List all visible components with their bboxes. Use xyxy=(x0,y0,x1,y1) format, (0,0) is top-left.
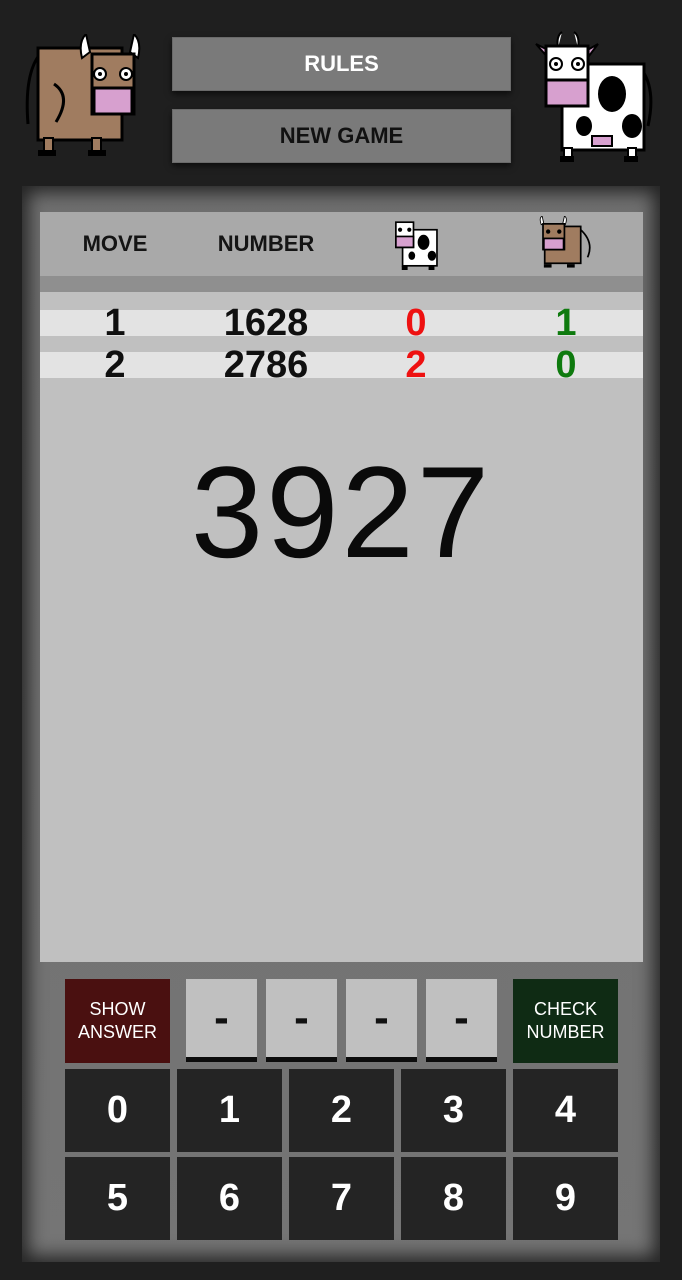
move-cell: 1 xyxy=(104,301,126,344)
show-answer-label: SHOW ANSWER xyxy=(77,999,157,1042)
key-1[interactable]: 1 xyxy=(177,1069,282,1152)
key-8[interactable]: 8 xyxy=(401,1157,506,1240)
table-row: 1 1628 0 1 xyxy=(40,302,643,344)
bulls-cell: 0 xyxy=(555,343,577,386)
column-bulls xyxy=(536,212,598,276)
digit-slot[interactable]: - xyxy=(186,979,257,1062)
cow-icon xyxy=(535,31,653,162)
column-number: NUMBER xyxy=(217,231,315,256)
key-6[interactable]: 6 xyxy=(177,1157,282,1240)
current-number-display: 3927 xyxy=(190,439,493,585)
rules-button[interactable]: RULES xyxy=(172,37,511,91)
cows-cell: 0 xyxy=(405,301,427,344)
digit-slot[interactable]: - xyxy=(346,979,417,1062)
key-3[interactable]: 3 xyxy=(401,1069,506,1152)
bulls-cell: 1 xyxy=(555,301,577,344)
cow-icon xyxy=(395,221,438,270)
header-separator xyxy=(40,276,643,292)
number-cell: 1628 xyxy=(223,301,309,344)
column-move: MOVE xyxy=(82,231,148,256)
check-number-button[interactable]: CHECK NUMBER xyxy=(513,979,618,1063)
digit-slot[interactable]: - xyxy=(426,979,497,1062)
key-7[interactable]: 7 xyxy=(289,1157,394,1240)
key-5[interactable]: 5 xyxy=(65,1157,170,1240)
show-answer-button[interactable]: SHOW ANSWER xyxy=(65,979,170,1063)
key-2[interactable]: 2 xyxy=(289,1069,394,1152)
key-4[interactable]: 4 xyxy=(513,1069,618,1152)
number-cell: 2786 xyxy=(223,343,309,386)
key-0[interactable]: 0 xyxy=(65,1069,170,1152)
table-row: 2 2786 2 0 xyxy=(40,344,643,386)
game-board: MOVE NUMBER 1 1628 0 1 2 2786 2 0 3927 xyxy=(40,212,643,962)
bull-icon xyxy=(539,216,591,268)
digit-slot[interactable]: - xyxy=(266,979,337,1062)
header: RULES NEW GAME xyxy=(0,0,682,185)
move-cell: 2 xyxy=(104,343,126,386)
check-number-label: CHECK NUMBER xyxy=(526,999,605,1042)
bull-icon xyxy=(25,34,141,156)
key-9[interactable]: 9 xyxy=(513,1157,618,1240)
new-game-button[interactable]: NEW GAME xyxy=(172,109,511,163)
moves-table-header: MOVE NUMBER xyxy=(40,212,643,276)
column-cows xyxy=(388,212,444,276)
cows-cell: 2 xyxy=(405,343,427,386)
